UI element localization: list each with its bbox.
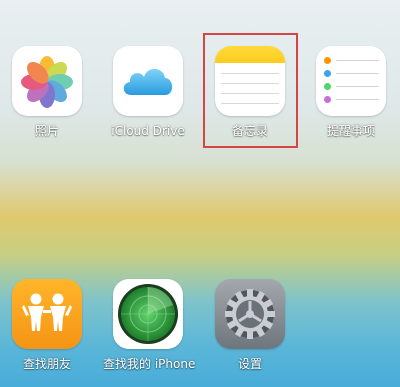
app-find-my-iphone[interactable]: 查找我的 iPhone — [103, 279, 196, 371]
app-reminders[interactable]: 提醒事项 — [306, 46, 396, 138]
reminders-icon[interactable] — [316, 46, 386, 116]
app-find-friends[interactable]: 查找朋友 — [2, 279, 92, 371]
reminder-line — [336, 60, 379, 61]
app-label-icloud-drive: iCloud Drive — [111, 124, 185, 138]
app-label-photos: 照片 — [34, 124, 59, 138]
icloud-drive-icon[interactable] — [113, 46, 183, 116]
reminder-line — [336, 99, 379, 100]
highlight-box — [203, 33, 298, 148]
app-settings[interactable]: 设置 — [205, 279, 295, 371]
app-label-find-my-iphone: 查找我的 iPhone — [103, 357, 196, 371]
photos-icon[interactable] — [12, 46, 82, 116]
app-label-find-friends: 查找朋友 — [22, 357, 71, 371]
app-photos[interactable]: 照片 — [2, 46, 92, 138]
find-my-iphone-icon[interactable] — [113, 279, 183, 349]
app-label-settings: 设置 — [237, 357, 262, 371]
settings-icon[interactable] — [215, 279, 285, 349]
app-icloud-drive[interactable]: iCloud Drive — [103, 46, 193, 138]
reminder-line — [336, 86, 379, 87]
find-friends-icon[interactable] — [12, 279, 82, 349]
reminder-dot — [324, 96, 331, 103]
reminder-dot — [324, 57, 331, 64]
reminder-line — [336, 73, 379, 74]
reminder-dot — [324, 83, 331, 90]
reminder-dot — [324, 70, 331, 77]
app-label-reminders: 提醒事项 — [326, 124, 375, 138]
